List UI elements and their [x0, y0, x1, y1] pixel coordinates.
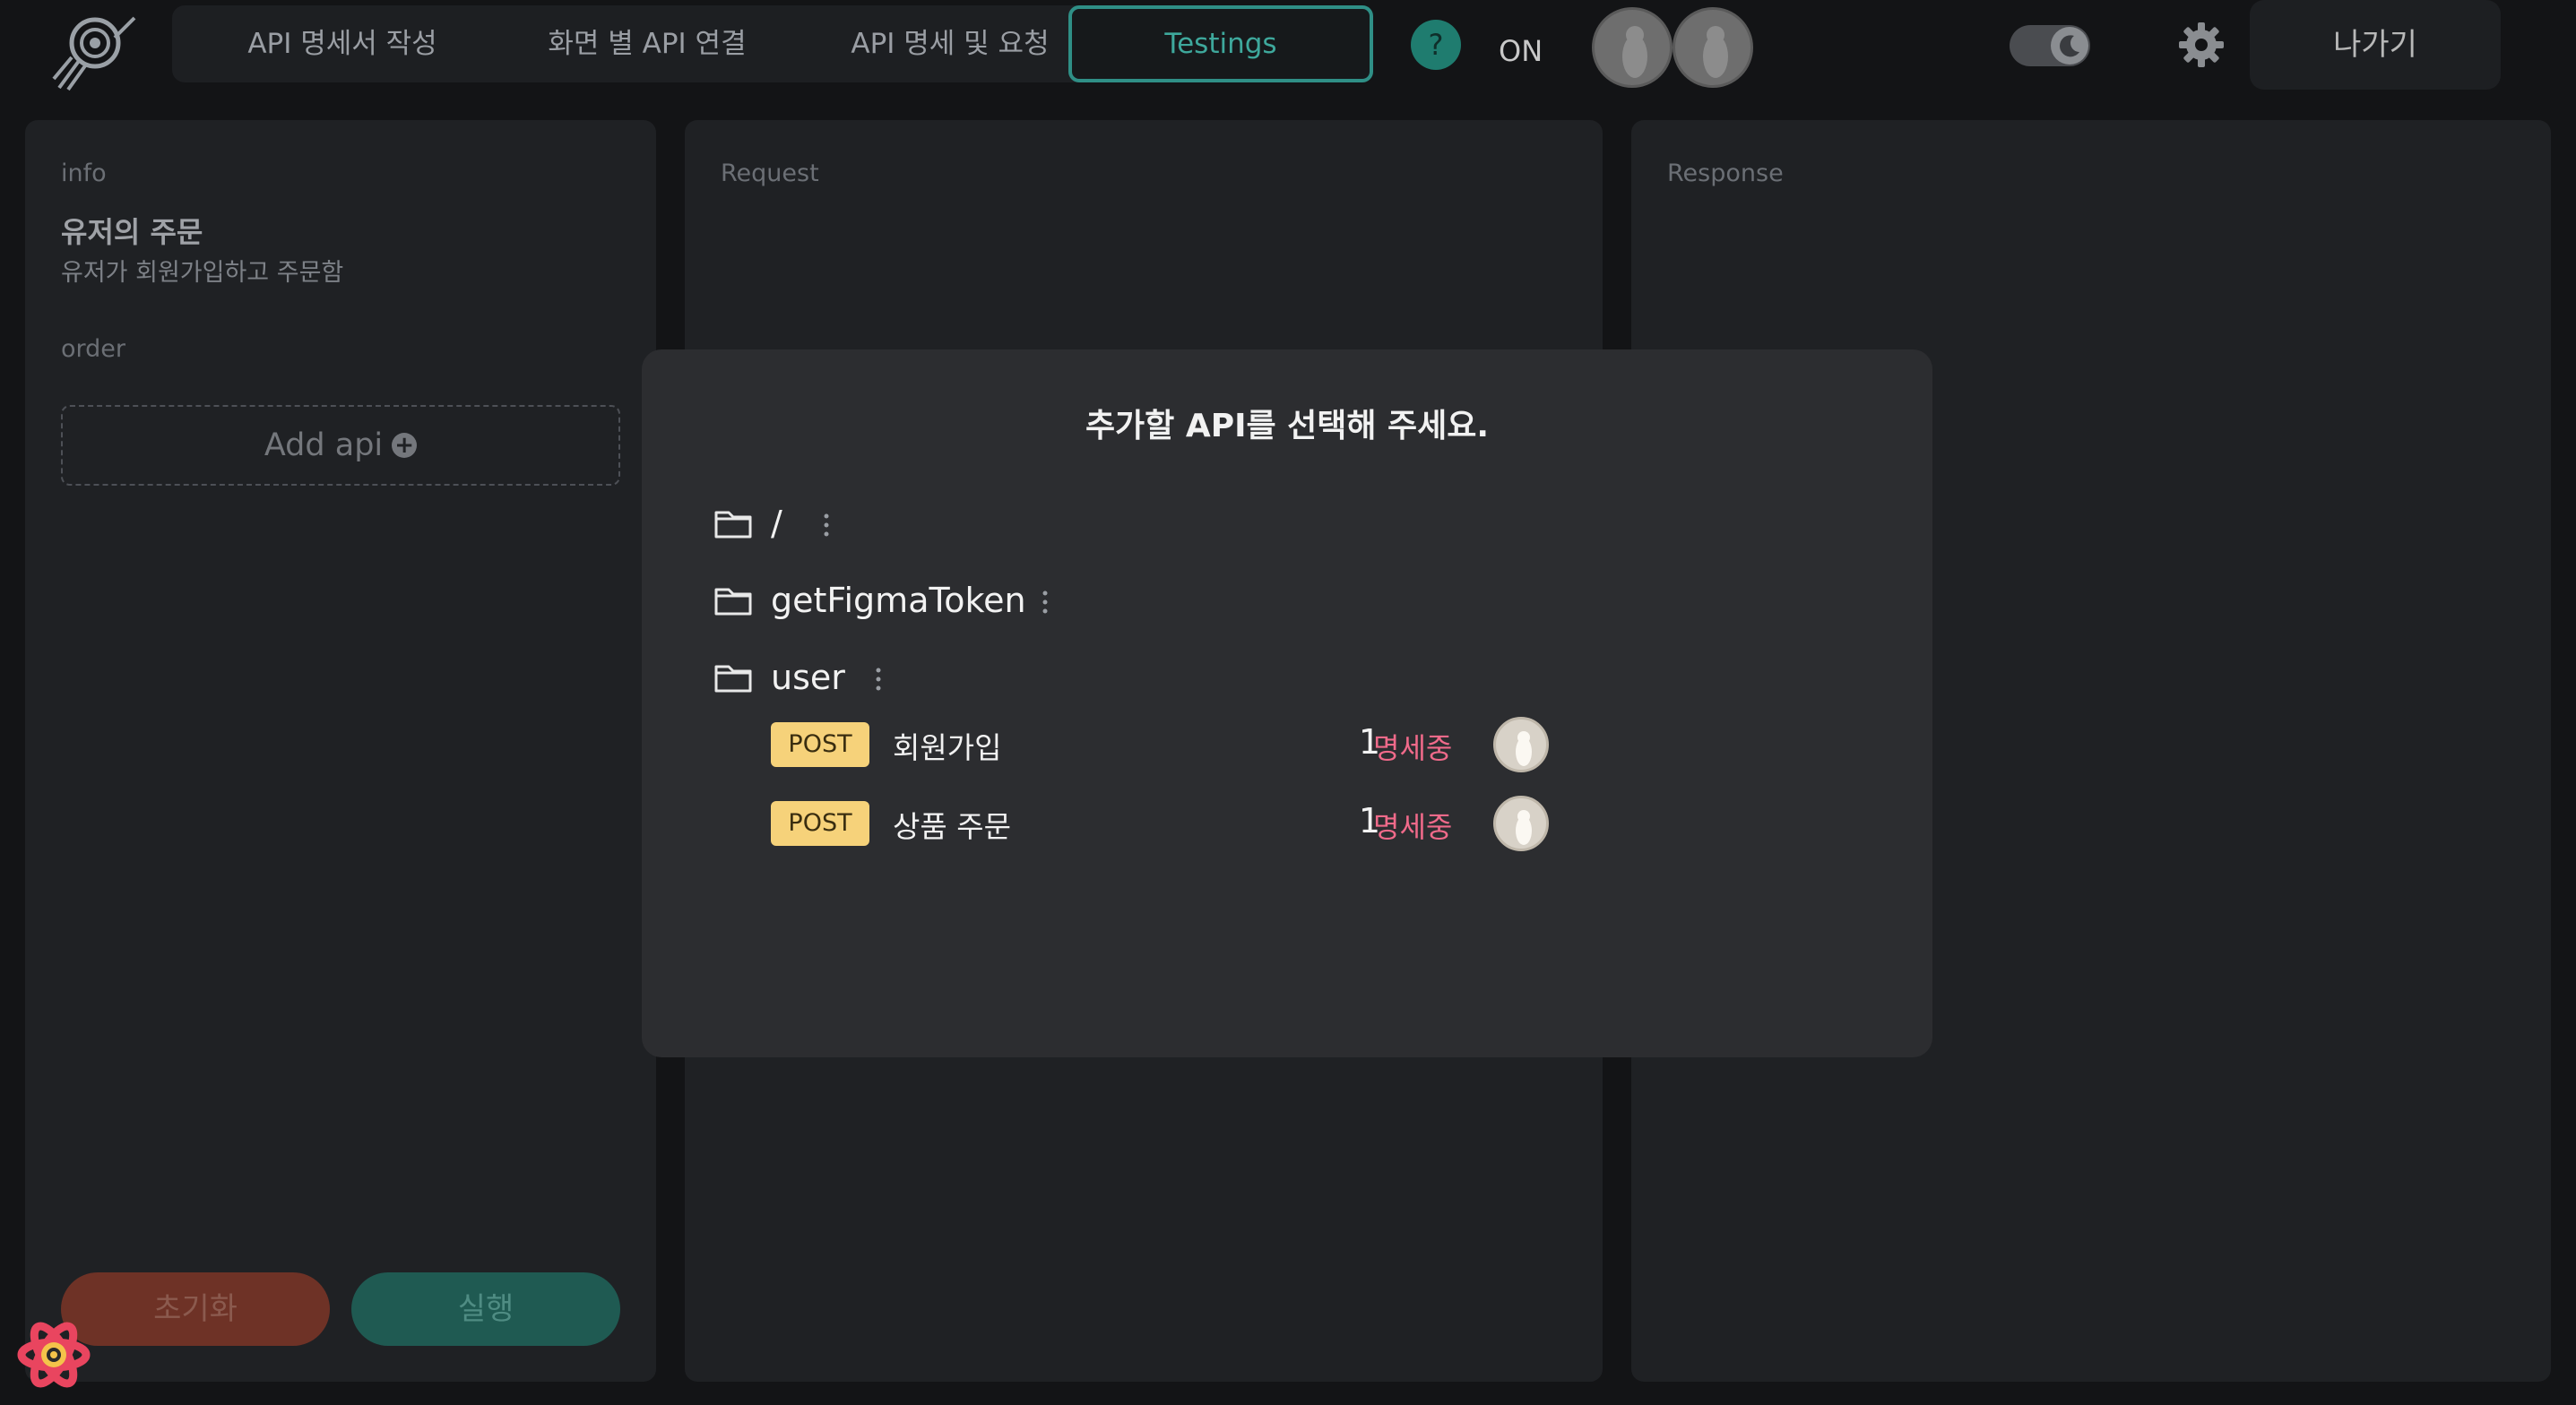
gear-icon[interactable]: [2176, 20, 2226, 70]
add-api-label: Add api: [264, 427, 384, 463]
avatar: [1493, 717, 1549, 772]
api-status: 명세중: [1373, 731, 1453, 765]
avatar[interactable]: [1592, 7, 1673, 88]
method-badge: POST: [771, 722, 869, 767]
order-label: order: [61, 335, 125, 363]
folder-name: user: [771, 658, 845, 697]
api-name: 상품 주문: [893, 809, 1011, 844]
reset-button[interactable]: 초기화: [61, 1272, 330, 1346]
folder-name: getFigmaToken: [771, 581, 1026, 620]
add-api-button[interactable]: Add api +: [61, 405, 620, 486]
kebab-menu-icon[interactable]: [1042, 590, 1049, 615]
response-label: Response: [1667, 159, 1784, 187]
theme-toggle-moon-icon: [2051, 27, 2088, 65]
folder-icon: [714, 665, 752, 693]
api-count: 1: [1358, 722, 1380, 762]
tab-screen-api-connect[interactable]: 화면 별 API 연결: [504, 5, 791, 82]
run-button[interactable]: 실행: [351, 1272, 620, 1346]
tab-testings[interactable]: Testings: [1068, 5, 1373, 82]
modal-title: 추가할 API를 선택해 주세요.: [1085, 408, 1490, 444]
folder-icon: [714, 511, 752, 539]
info-label: info: [61, 159, 107, 187]
exit-button[interactable]: 나가기: [2250, 0, 2501, 90]
api-list-item[interactable]: POST 상품 주문 1 명세중: [771, 796, 1846, 851]
plus-circle-icon: +: [392, 433, 418, 458]
method-badge: POST: [771, 801, 869, 846]
api-count: 1: [1358, 801, 1380, 840]
api-list-item[interactable]: POST 회원가입 1 명세중: [771, 717, 1846, 772]
api-name: 회원가입: [893, 730, 1002, 765]
avatar: [1493, 796, 1549, 851]
request-label: Request: [721, 159, 819, 187]
help-icon[interactable]: ?: [1411, 20, 1461, 70]
info-panel: info 유저의 주문 유저가 회원가입하고 주문함 order Add api…: [25, 120, 656, 1382]
top-navigation: API 명세서 작성 화면 별 API 연결 API 명세 및 요청 Testi…: [172, 5, 1373, 82]
react-devtools-icon[interactable]: [16, 1317, 91, 1392]
theme-toggle[interactable]: [2010, 25, 2090, 66]
scenario-description: 유저가 회원가입하고 주문함: [61, 259, 344, 287]
kebab-menu-icon[interactable]: [823, 513, 830, 538]
api-select-modal: 추가할 API를 선택해 주세요. / getFigmaToken user P…: [642, 349, 1932, 1057]
api-status: 명세중: [1373, 810, 1453, 844]
folder-name: /: [771, 504, 782, 543]
snail-logo-icon[interactable]: [52, 11, 143, 91]
scenario-title: 유저의 주문: [61, 215, 203, 249]
avatar[interactable]: [1673, 7, 1753, 88]
tab-api-spec-write[interactable]: API 명세서 작성: [208, 5, 477, 82]
folder-icon: [714, 588, 752, 616]
live-status-text: ON: [1499, 34, 1543, 68]
tab-api-spec-request[interactable]: API 명세 및 요청: [816, 5, 1085, 82]
kebab-menu-icon[interactable]: [875, 667, 882, 692]
